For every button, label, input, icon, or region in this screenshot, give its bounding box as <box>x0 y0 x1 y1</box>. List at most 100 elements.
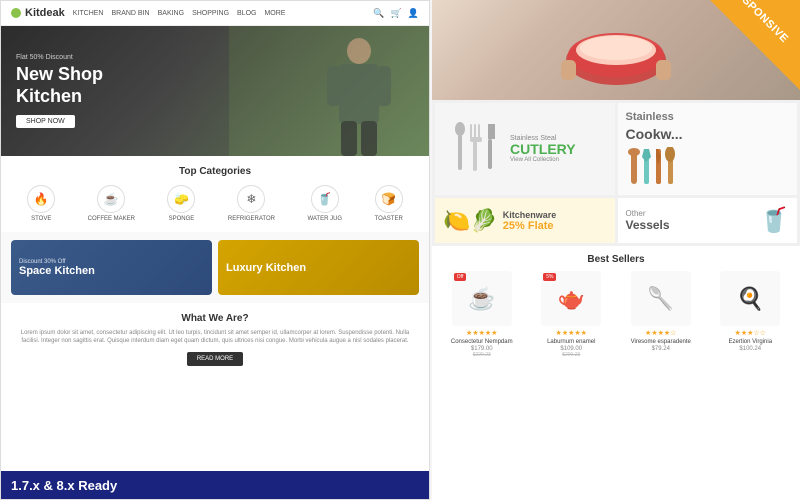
cookware-title: Stainless <box>626 111 674 123</box>
user-icon[interactable]: 👤 <box>408 8 419 19</box>
toaster-label: TOASTER <box>375 216 403 222</box>
product-name-4: Ezertion Virginia <box>728 339 772 345</box>
kitchenware-card[interactable]: 🍋🥬 Kitchenware 25% Flate <box>435 198 615 243</box>
category-stove[interactable]: 🔥 STOVE <box>27 185 55 222</box>
bottom-bar-text: 1.7.x & 8.x Ready <box>11 478 117 493</box>
product-price-old-2: $200.23 <box>562 352 580 358</box>
coffee-label: COFFEE MAKER <box>88 216 135 222</box>
vessels-label: Other <box>626 209 670 218</box>
vessels-image: 🥤 <box>759 206 789 235</box>
stove-label: STOVE <box>31 216 51 222</box>
promo-space-kitchen[interactable]: Discount 30% Off Space Kitchen <box>11 240 212 295</box>
product-price-old-1: $220.23 <box>473 352 491 358</box>
nav-kitchen[interactable]: KITCHEN <box>73 10 104 17</box>
kitchenware-discount: 25% Flate <box>503 220 557 232</box>
nav-baking[interactable]: BAKING <box>158 10 184 17</box>
product-stars-1: ★★★★★ <box>466 329 497 337</box>
bottom-bar: 1.7.x & 8.x Ready <box>1 471 430 499</box>
responsive-badge: RESPONSIVE <box>690 0 800 110</box>
product-name-2: Laburnum enamel <box>547 339 595 345</box>
logo-dot <box>11 8 21 18</box>
promo-space-name: Space Kitchen <box>19 265 204 277</box>
product-badge-1: Off <box>454 273 467 281</box>
nav-more[interactable]: MORE <box>264 10 285 17</box>
category-coffee[interactable]: ☕ COFFEE MAKER <box>88 185 135 222</box>
promo-banners: Discount 30% Off Space Kitchen Luxury Ki… <box>1 232 429 303</box>
cutlery-card[interactable]: Stainless Steal CUTLERY View All Collect… <box>435 103 615 195</box>
product-badge-2: 5% <box>543 273 556 281</box>
category-sponge[interactable]: 🧽 SPONGE <box>167 185 195 222</box>
cutlery-svg <box>448 119 503 179</box>
nav-icons: 🔍 🛒 👤 <box>373 8 419 19</box>
product-stars-2: ★★★★★ <box>556 329 587 337</box>
category-refrigerator[interactable]: ❄ REFRIGERATOR <box>228 185 275 222</box>
vessels-title: Vessels <box>626 218 670 232</box>
products-row: ☕ Off ★★★★★ Consectetur Nempdam $179.00 … <box>440 271 792 358</box>
hero-title: New Shop Kitchen <box>16 64 103 107</box>
refrigerator-label: REFRIGERATOR <box>228 216 275 222</box>
nav-links: KITCHEN BRAND BIN BAKING SHOPPING BLOG M… <box>73 10 366 17</box>
product-img-1: ☕ Off <box>452 271 512 326</box>
nav-blog[interactable]: BLOG <box>237 10 256 17</box>
product-stars-3: ★★★★☆ <box>645 329 676 337</box>
what-we-are-section: What We Are? Lorem ipsum dolor sit amet,… <box>1 303 429 376</box>
sponge-label: SPONGE <box>169 216 195 222</box>
right-panel: RESPONSIVE <box>432 0 800 500</box>
product-img-4: 🍳 <box>720 271 780 326</box>
product-item-3[interactable]: 🥄 ★★★★☆ Viresome esparadente $79.24 <box>626 271 696 358</box>
product-item-2[interactable]: 🫖 5% ★★★★★ Laburnum enamel $109.00 $200.… <box>536 271 606 358</box>
stove-icon: 🔥 <box>27 185 55 213</box>
product-img-2: 🫖 5% <box>541 271 601 326</box>
shop-now-button[interactable]: SHOP NOW <box>16 115 75 128</box>
refrigerator-icon: ❄ <box>237 185 265 213</box>
cutlery-link[interactable]: View All Collection <box>510 157 605 163</box>
cart-icon[interactable]: 🛒 <box>391 8 402 19</box>
nav-shopping[interactable]: SHOPPING <box>192 10 229 17</box>
product-item-4[interactable]: 🍳 ★★★☆☆ Ezertion Virginia $100.24 <box>715 271 785 358</box>
product-feature-grid: Stainless Steal CUTLERY View All Collect… <box>432 100 800 246</box>
product-stars-4: ★★★☆☆ <box>735 329 766 337</box>
category-water-jug[interactable]: 🥤 WATER JUG <box>307 185 342 222</box>
nav-brand[interactable]: BRAND BIN <box>111 10 149 17</box>
product-name-1: Consectetur Nempdam <box>451 339 513 345</box>
kitchenware-info: Kitchenware 25% Flate <box>503 210 557 232</box>
water-jug-icon: 🥤 <box>311 185 339 213</box>
wooden-utensils <box>626 147 686 187</box>
promo-luxury-kitchen[interactable]: Luxury Kitchen <box>218 240 419 295</box>
hero-section: Flat 50% Discount New Shop Kitchen SHOP … <box>1 26 429 156</box>
logo[interactable]: Kitdeak <box>11 7 65 19</box>
cutlery-image <box>445 124 505 174</box>
top-categories-title: Top Categories <box>11 166 419 177</box>
logo-text: Kitdeak <box>25 7 65 19</box>
categories-grid: 🔥 STOVE ☕ COFFEE MAKER 🧽 SPONGE ❄ REFRIG… <box>11 185 419 222</box>
cookware-card[interactable]: Stainless Cookw... <box>618 103 798 195</box>
top-categories-section: Top Categories 🔥 STOVE ☕ COFFEE MAKER 🧽 … <box>1 156 429 232</box>
hero-discount: Flat 50% Discount <box>16 54 103 61</box>
cutlery-title: CUTLERY <box>510 142 605 157</box>
promo-luxury-name: Luxury Kitchen <box>226 262 411 274</box>
best-sellers-title: Best Sellers <box>440 254 792 265</box>
vessels-card[interactable]: Other Vessels 🥤 <box>618 198 798 243</box>
hero-title-line2: Kitchen <box>16 86 82 106</box>
best-sellers-section: Best Sellers ☕ Off ★★★★★ Consectetur Nem… <box>432 246 800 366</box>
hero-title-line1: New Shop <box>16 64 103 84</box>
kitchenware-image: 🍋🥬 <box>443 208 498 234</box>
coffee-icon: ☕ <box>97 185 125 213</box>
kitchenware-title: Kitchenware <box>503 210 557 220</box>
vessels-info: Other Vessels <box>626 209 670 232</box>
search-icon[interactable]: 🔍 <box>373 8 384 19</box>
what-we-are-title: What We Are? <box>11 313 419 324</box>
bowl-svg <box>556 5 676 95</box>
water-jug-label: WATER JUG <box>307 216 342 222</box>
sponge-icon: 🧽 <box>167 185 195 213</box>
wooden-utensils-svg <box>626 147 686 187</box>
product-name-3: Viresome esparadente <box>631 339 691 345</box>
left-panel: Kitdeak KITCHEN BRAND BIN BAKING SHOPPIN… <box>0 0 430 500</box>
toaster-icon: 🍞 <box>375 185 403 213</box>
product-item-1[interactable]: ☕ Off ★★★★★ Consectetur Nempdam $179.00 … <box>447 271 517 358</box>
category-toaster[interactable]: 🍞 TOASTER <box>375 185 403 222</box>
product-price-4: $100.24 <box>739 346 761 352</box>
product-price-3: $79.24 <box>652 346 670 352</box>
read-more-button[interactable]: READ MORE <box>187 352 243 366</box>
hero-person-figure <box>319 36 399 156</box>
